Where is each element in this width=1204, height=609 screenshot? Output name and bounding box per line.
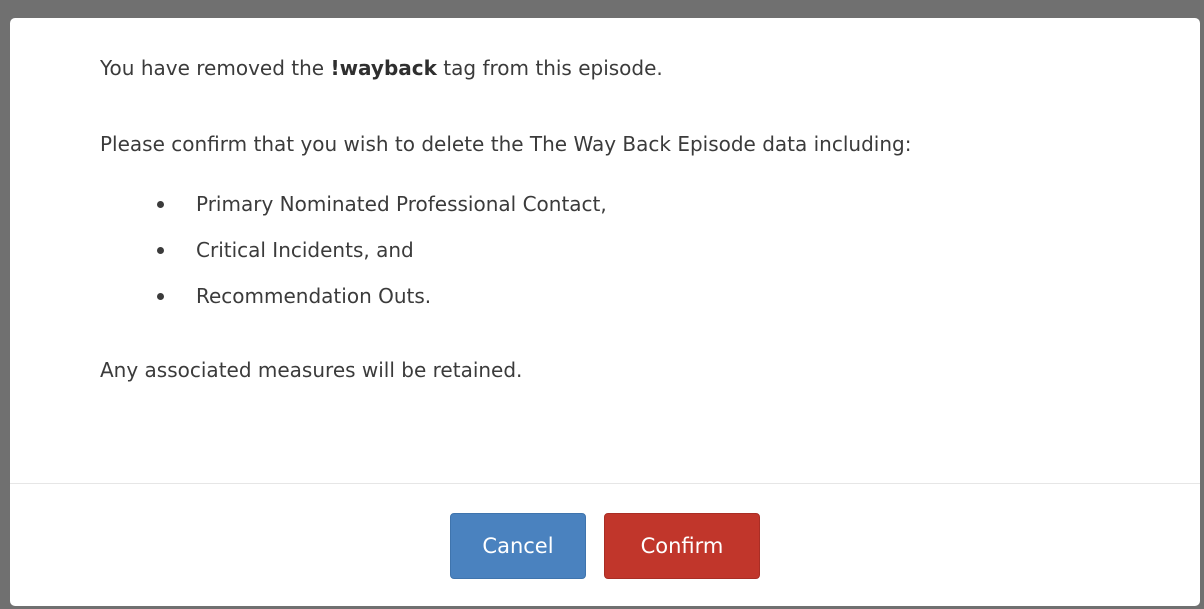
retention-note: Any associated measures will be retained… [100,358,523,382]
removed-tag-message: You have removed the !wayback tag from t… [100,54,1200,82]
cancel-button[interactable]: Cancel [450,513,586,579]
confirm-button[interactable]: Confirm [604,513,760,579]
list-item-label: Recommendation Outs. [196,284,432,308]
list-item: Recommendation Outs. [157,282,1200,310]
tag-name: !wayback [330,56,437,80]
list-item: Primary Nominated Professional Contact, [157,190,1200,218]
list-item: Critical Incidents, and [157,236,1200,264]
bullet-icon [157,201,164,208]
deleted-data-list: Primary Nominated Professional Contact, … [100,190,1200,310]
list-item-label: Critical Incidents, and [196,238,414,262]
bullet-icon [157,247,164,254]
intro-prefix: You have removed the [100,56,331,80]
dialog-footer: Cancel Confirm [10,484,1200,606]
confirm-prompt: Please confirm that you wish to delete t… [100,132,912,156]
intro-suffix: tag from this episode. [436,56,663,80]
list-item-label: Primary Nominated Professional Contact, [196,192,607,216]
bullet-icon [157,293,164,300]
confirm-delete-dialog: You have removed the !wayback tag from t… [10,18,1200,606]
dialog-body: You have removed the !wayback tag from t… [10,18,1200,483]
